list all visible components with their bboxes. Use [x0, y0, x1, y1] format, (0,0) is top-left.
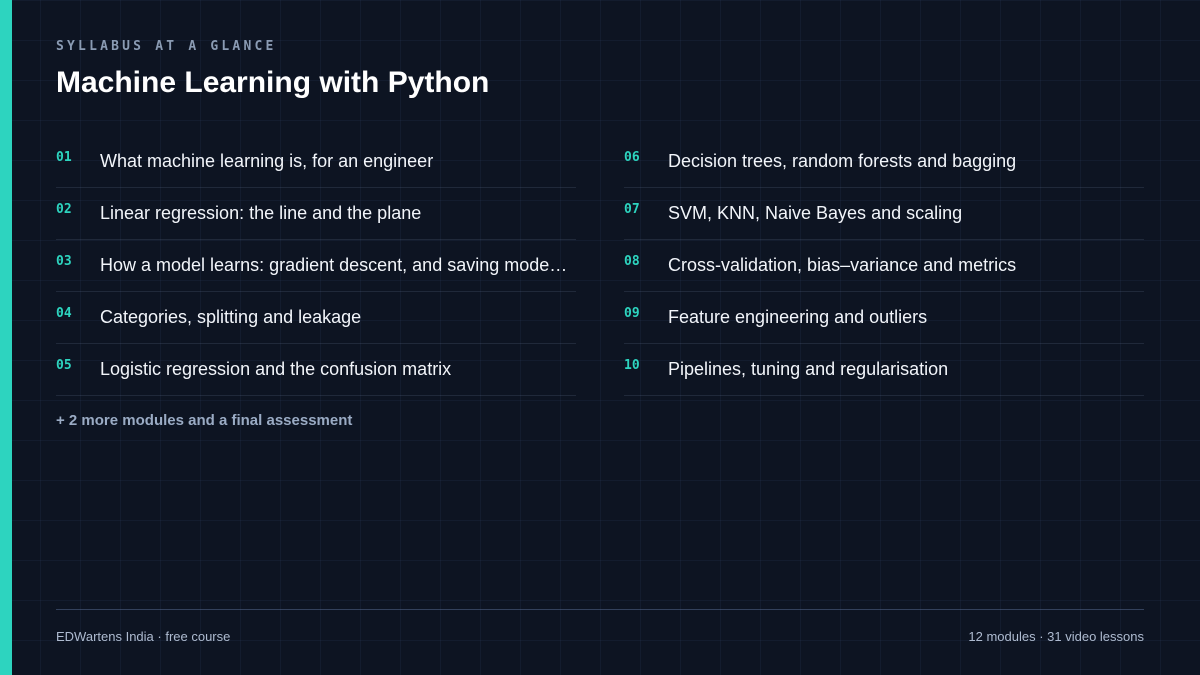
eyebrow-label: SYLLABUS AT A GLANCE	[56, 39, 277, 54]
module-number: 03	[56, 254, 72, 269]
module-item: 04 Categories, splitting and leakage	[56, 292, 576, 344]
module-number: 10	[624, 358, 640, 373]
page-title: Machine Learning with Python	[56, 66, 490, 99]
module-title: How a model learns: gradient descent, an…	[100, 255, 568, 275]
module-number: 05	[56, 358, 72, 373]
module-title: Feature engineering and outliers	[668, 307, 928, 327]
module-number: 02	[56, 202, 72, 217]
footer-divider	[56, 609, 1144, 610]
module-list-left: 01 What machine learning is, for an engi…	[56, 136, 576, 429]
module-item: 08 Cross-validation, bias–variance and m…	[624, 240, 1144, 292]
module-title: SVM, KNN, Naive Bayes and scaling	[668, 203, 963, 223]
more-modules-note: + 2 more modules and a final assessment	[56, 412, 353, 429]
module-number: 06	[624, 150, 640, 165]
module-item: 01 What machine learning is, for an engi…	[56, 136, 576, 188]
module-title: Cross-validation, bias–variance and metr…	[668, 255, 1017, 275]
module-number: 01	[56, 150, 72, 165]
module-item: 05 Logistic regression and the confusion…	[56, 344, 576, 396]
footer-course-stats: 12 modules · 31 video lessons	[968, 629, 1144, 644]
module-item: 10 Pipelines, tuning and regularisation	[624, 344, 1144, 396]
module-list-right: 06 Decision trees, random forests and ba…	[624, 136, 1144, 396]
module-title: Categories, splitting and leakage	[100, 307, 362, 327]
module-title: Decision trees, random forests and baggi…	[668, 151, 1017, 171]
module-title: Linear regression: the line and the plan…	[100, 203, 422, 223]
module-item: 03 How a model learns: gradient descent,…	[56, 240, 576, 292]
module-title: Logistic regression and the confusion ma…	[100, 359, 452, 379]
module-number: 09	[624, 306, 640, 321]
module-title: Pipelines, tuning and regularisation	[668, 359, 949, 379]
module-item: 07 SVM, KNN, Naive Bayes and scaling	[624, 188, 1144, 240]
module-item: 06 Decision trees, random forests and ba…	[624, 136, 1144, 188]
module-number: 08	[624, 254, 640, 269]
module-item: 09 Feature engineering and outliers	[624, 292, 1144, 344]
module-number: 04	[56, 306, 72, 321]
module-title: What machine learning is, for an enginee…	[100, 151, 434, 171]
footer-provider: EDWartens India · free course	[56, 629, 231, 644]
module-number: 07	[624, 202, 640, 217]
accent-bar	[0, 0, 12, 675]
module-item: 02 Linear regression: the line and the p…	[56, 188, 576, 240]
